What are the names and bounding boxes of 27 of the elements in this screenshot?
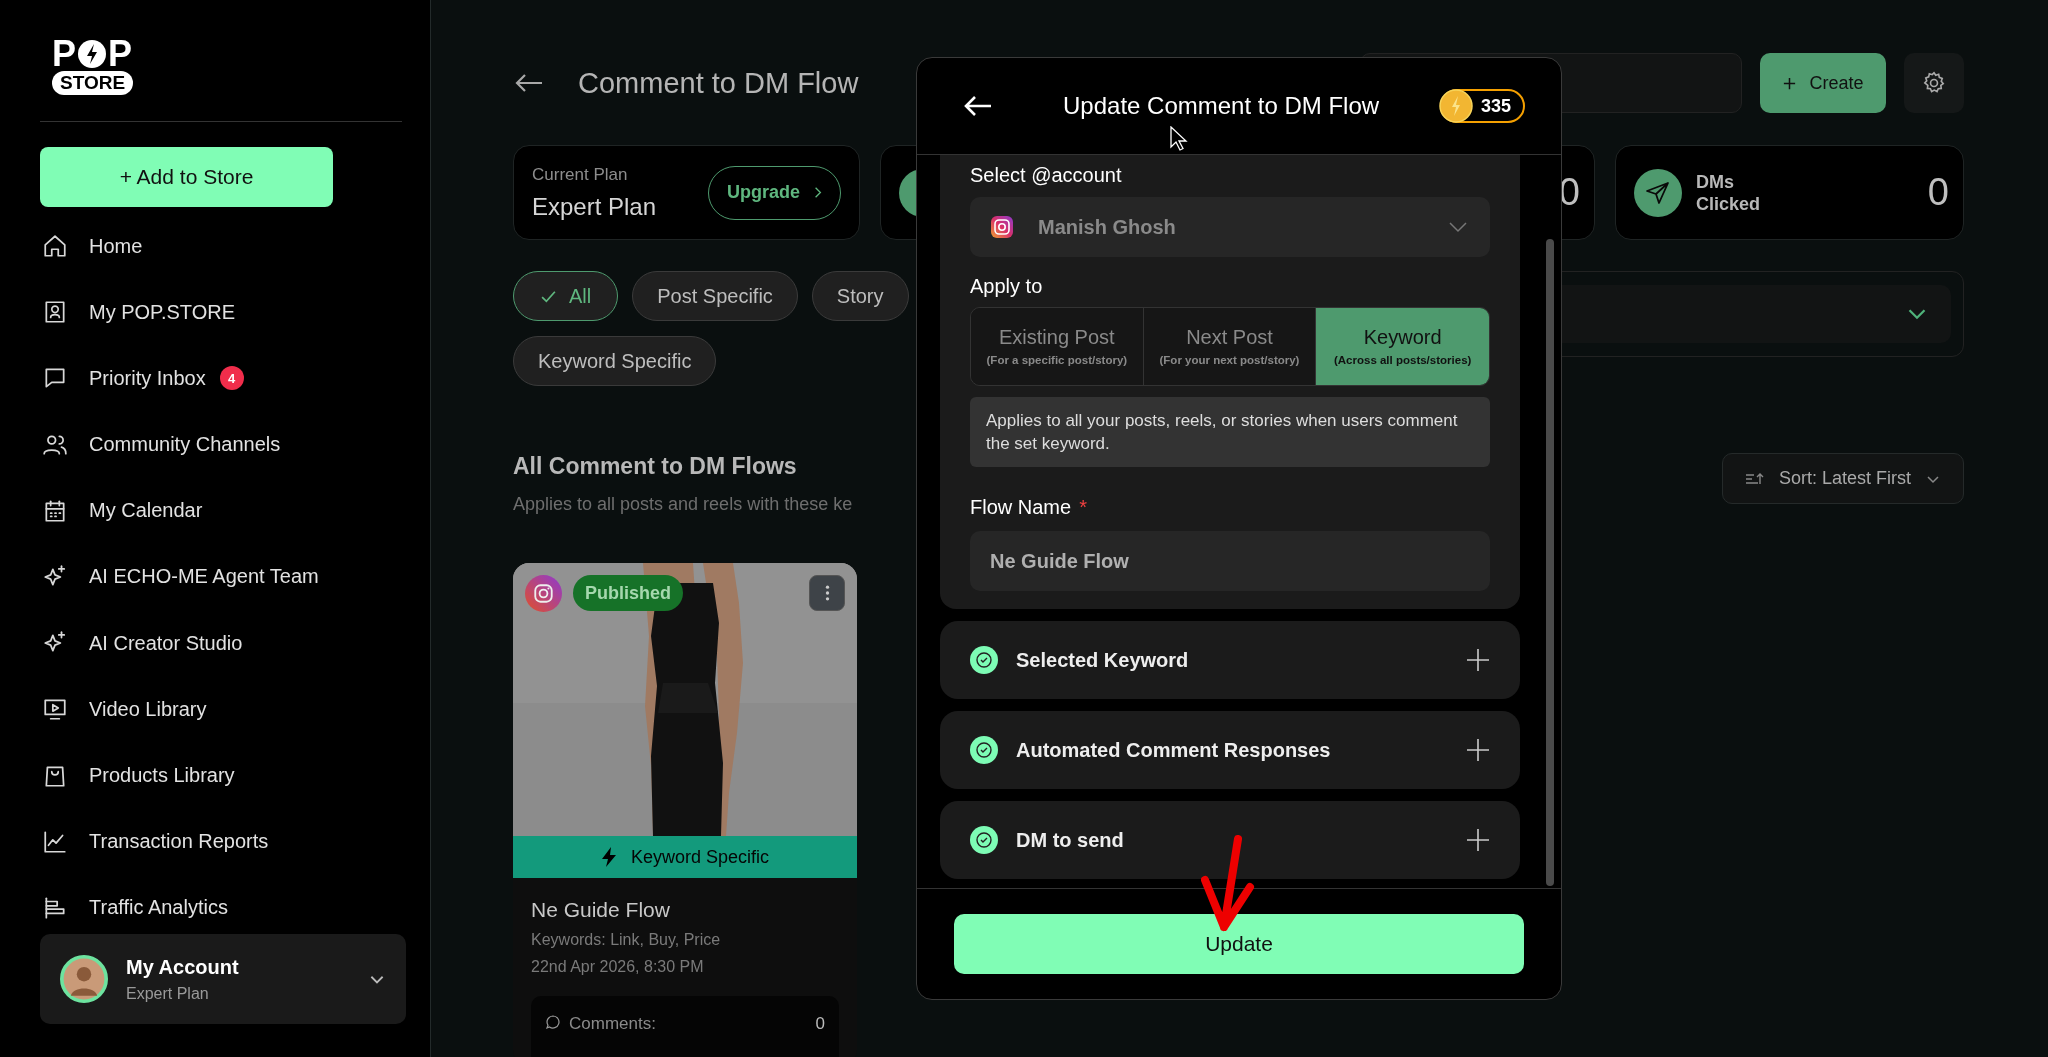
- status-badge: Published: [573, 575, 683, 611]
- flow-name: Ne Guide Flow: [531, 898, 671, 922]
- field-label: Select @account: [970, 164, 1123, 187]
- page-title: Comment to DM Flow: [578, 66, 860, 100]
- stat-label: DMs Clicked: [1696, 170, 1762, 215]
- info-note: Applies to all your posts, reels, or stories when users comment the set keyword.: [970, 397, 1490, 467]
- plan-name: Expert Plan: [532, 192, 657, 221]
- stat-value: 0: [1927, 171, 1949, 214]
- required-mark: *: [1079, 496, 1087, 519]
- field-label: Flow Name: [970, 496, 1072, 519]
- section-title: All Comment to DM Flows: [513, 453, 798, 480]
- logo-letter: P: [52, 38, 76, 70]
- logo-badge: STORE: [52, 71, 134, 95]
- modal-title: Update Comment to DM Flow: [1063, 92, 1381, 120]
- flow-date: 22nd Apr 2026, 8:30 PM: [531, 958, 705, 976]
- logo-letter: P: [108, 38, 133, 70]
- credits-badge: 335: [1439, 89, 1525, 123]
- section-subtitle: Applies to all posts and reels with these ke: [513, 494, 853, 515]
- comments-count: 0: [815, 1014, 825, 1034]
- account-name: My Account: [126, 955, 240, 979]
- count-badge: 4: [219, 366, 244, 391]
- plan-label: Current Plan: [532, 164, 629, 185]
- account-plan: Expert Plan: [126, 984, 210, 1003]
- flow-keywords: Keywords: Link, Buy, Price: [531, 931, 722, 949]
- field-label: Apply to: [970, 275, 1044, 298]
- type-label: Keyword Specific: [630, 846, 770, 868]
- comments-label: Comments:: [569, 1014, 656, 1034]
